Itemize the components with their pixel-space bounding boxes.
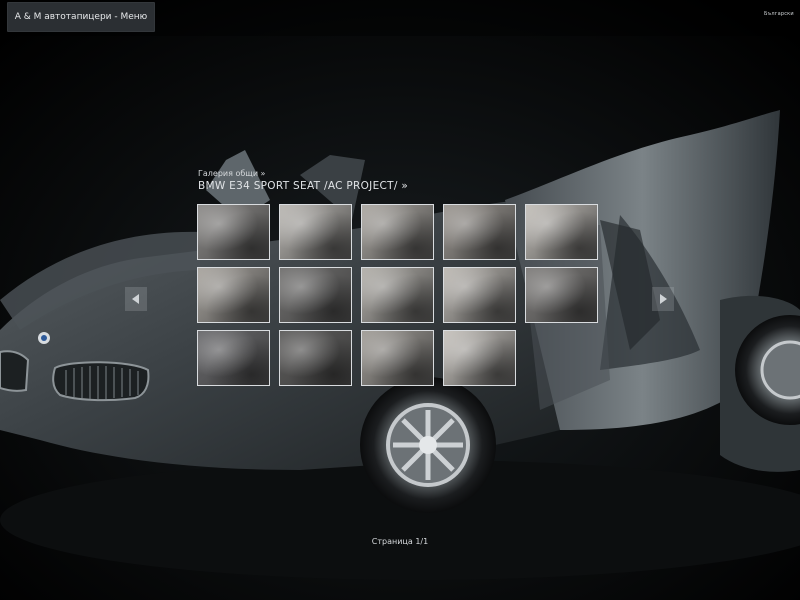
next-arrow-button[interactable] (652, 287, 674, 311)
menu-button[interactable]: A & M автотапицери - Меню (7, 2, 155, 32)
thumbnail-photo (444, 268, 515, 322)
thumbnail-photo (362, 268, 433, 322)
thumbnail-photo (280, 331, 351, 385)
gallery-thumbnail[interactable] (443, 267, 516, 323)
breadcrumb-gallery[interactable]: Галерия общи » (198, 169, 265, 178)
prev-arrow-button[interactable] (125, 287, 147, 311)
gallery-thumbnail[interactable] (443, 204, 516, 260)
gallery-thumbnail[interactable] (197, 267, 270, 323)
gallery-thumbnail[interactable] (279, 267, 352, 323)
gallery-thumbnail[interactable] (279, 204, 352, 260)
gallery-thumbnail[interactable] (525, 204, 598, 260)
thumbnail-photo (198, 268, 269, 322)
gallery-thumbnail[interactable] (443, 330, 516, 386)
gallery-thumbnail[interactable] (197, 204, 270, 260)
language-link[interactable]: Български (764, 11, 794, 17)
thumbnail-photo (362, 205, 433, 259)
gallery-thumbnail[interactable] (525, 267, 598, 323)
gallery-thumbnail[interactable] (279, 330, 352, 386)
thumbnail-photo (444, 331, 515, 385)
chevron-right-icon (660, 294, 667, 304)
pagination-label: Страница 1/1 (371, 537, 429, 546)
album-title: BMW E34 SPORT SEAT /AC PROJECT/ » (198, 180, 409, 192)
thumbnail-photo (198, 205, 269, 259)
gallery-thumbnail[interactable] (197, 330, 270, 386)
gallery-thumbnail[interactable] (361, 267, 434, 323)
chevron-left-icon (132, 294, 139, 304)
thumbnail-photo (526, 205, 597, 259)
thumbnail-photo (444, 205, 515, 259)
thumbnail-photo (280, 205, 351, 259)
thumbnail-photo (280, 268, 351, 322)
gallery-thumbnail[interactable] (361, 204, 434, 260)
gallery-thumbnail[interactable] (361, 330, 434, 386)
thumbnail-photo (362, 331, 433, 385)
thumbnail-photo (526, 268, 597, 322)
thumbnail-photo (198, 331, 269, 385)
